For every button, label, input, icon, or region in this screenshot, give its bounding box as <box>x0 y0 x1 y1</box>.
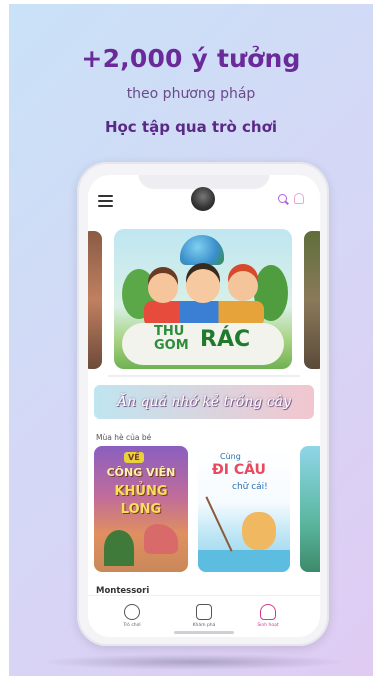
slogan-banner[interactable]: Ăn quả nhớ kẻ trồng cây <box>94 385 314 419</box>
carousel-next-banner[interactable] <box>304 231 320 369</box>
card-title-line: ĐI CÂU <box>212 462 266 478</box>
home-indicator <box>174 631 234 634</box>
dinosaur-illustration <box>144 524 178 554</box>
globe-illustration <box>180 235 224 265</box>
card-title-line: KHỦNG <box>114 484 168 499</box>
activity-card-partial[interactable] <box>300 446 320 572</box>
hero-banner[interactable]: THU GOM RÁC <box>114 229 292 369</box>
card-title-line: LONG <box>120 502 162 517</box>
hero-title-thu: THU <box>154 324 185 339</box>
card-tag: VỀ <box>124 452 144 463</box>
plant-illustration <box>104 530 134 566</box>
kid-illustration <box>148 273 178 303</box>
kid-illustration <box>228 271 258 301</box>
hero-title-rac: RÁC <box>200 327 251 352</box>
kid-illustration <box>186 269 220 303</box>
nav-item-activities[interactable]: Sinh hoạt <box>248 604 288 628</box>
activity-card[interactable]: VỀ CÔNG VIÊN KHỦNG LONG <box>94 446 188 572</box>
section-title: Mùa hè của bé <box>96 433 152 442</box>
game-icon <box>124 604 140 620</box>
bell-icon[interactable] <box>294 193 304 204</box>
menu-icon[interactable] <box>98 195 113 207</box>
phone-screen: THU GOM RÁC Ăn quả nhớ kẻ trồng cây Mùa … <box>88 175 320 637</box>
nav-label: Sinh hoạt <box>257 623 279 628</box>
nav-item-explore[interactable]: Khám phá <box>184 604 224 628</box>
tv-icon <box>196 604 212 620</box>
card-title-line: chữ cái! <box>232 482 268 492</box>
subtitle-bold: Học tập qua trò chơi <box>104 118 278 136</box>
carousel-divider <box>108 375 300 377</box>
water-illustration <box>198 550 290 572</box>
carousel-prev-banner[interactable] <box>88 231 102 369</box>
card-title-line: Cùng <box>220 452 241 461</box>
nav-label: Trò chơi <box>123 623 141 628</box>
headline: +2,000 ý tưởng <box>81 44 301 73</box>
activity-card[interactable]: Cùng ĐI CÂU chữ cái! <box>198 446 290 572</box>
phone-shadow <box>39 654 349 670</box>
slogan-text: Ăn quả nhớ kẻ trồng cây <box>117 394 291 410</box>
home-icon <box>260 604 276 620</box>
hero-title-gom: GOM <box>154 338 189 353</box>
nav-item-games[interactable]: Trò chơi <box>112 604 152 628</box>
card-title-line: CÔNG VIÊN <box>106 466 176 479</box>
avatar[interactable] <box>191 187 215 211</box>
search-icon[interactable] <box>278 194 287 203</box>
subtitle: theo phương pháp <box>126 86 256 102</box>
fishing-rod-illustration <box>205 496 233 552</box>
cat-illustration <box>242 512 276 550</box>
nav-label: Khám phá <box>192 623 216 628</box>
